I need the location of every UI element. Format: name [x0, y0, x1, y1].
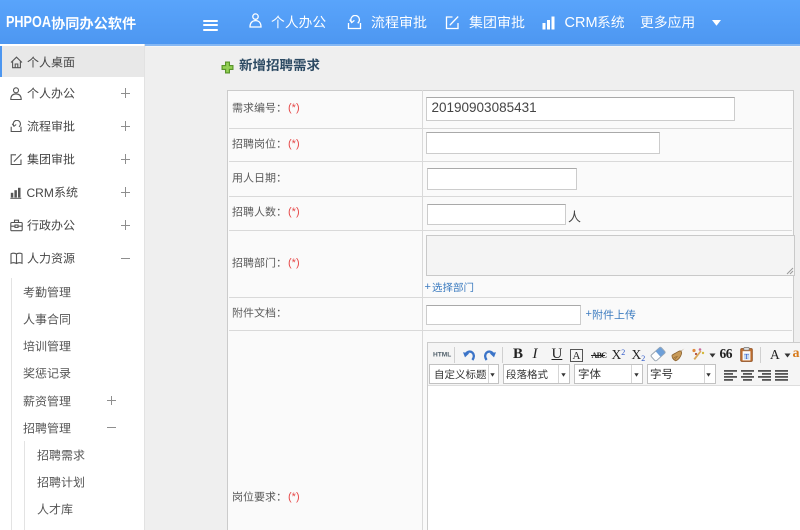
svg-text:T: T: [745, 352, 750, 360]
